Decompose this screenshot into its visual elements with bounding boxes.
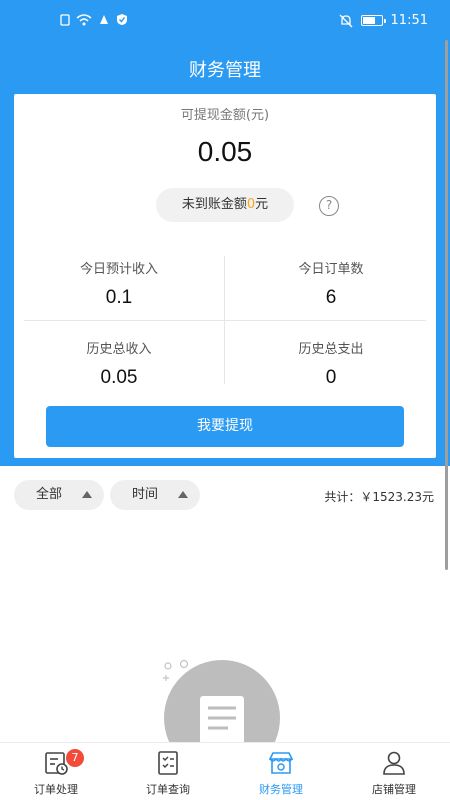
help-icon[interactable]: ?	[319, 196, 339, 216]
filter-time-label: 时间	[132, 487, 159, 502]
filter-time-dropdown[interactable]: 时间	[110, 480, 200, 510]
stat-total-expense: 历史总支出 0	[226, 338, 436, 389]
status-time: 11:51	[390, 13, 428, 28]
battery-icon	[360, 15, 386, 26]
withdrawable-amount: 0.05	[197, 136, 253, 167]
pending-unit: 元	[255, 197, 269, 212]
order-process-icon	[45, 752, 68, 775]
empty-state-illustration	[163, 659, 280, 756]
stat-value: 6	[325, 287, 337, 308]
scrollbar[interactable]	[445, 40, 448, 570]
caret-up-icon	[178, 491, 188, 498]
user-icon	[383, 751, 405, 775]
shield-icon	[117, 14, 127, 25]
tab-label: 财务管理	[259, 783, 303, 796]
bottom-tab-bar: 7 订单处理 订单查询 财务管理 店铺管理	[0, 742, 450, 800]
tab-label: 店铺管理	[372, 783, 416, 796]
caret-up-icon	[82, 491, 92, 498]
tab-label: 订单处理	[34, 783, 78, 796]
stat-label: 历史总收入	[86, 342, 152, 357]
page-title: 财务管理	[189, 60, 261, 81]
stat-today-orders: 今日订单数 6	[226, 258, 436, 309]
filter-all-dropdown[interactable]: 全部	[14, 480, 104, 510]
filter-all-label: 全部	[36, 487, 63, 502]
tab-label: 订单查询	[146, 783, 190, 796]
tab-order-query[interactable]: 订单查询	[112, 743, 224, 800]
stat-value: 0.1	[105, 287, 133, 308]
status-left-icons	[60, 13, 128, 26]
stat-label: 今日预计收入	[79, 262, 158, 277]
wifi-icon	[76, 13, 92, 25]
finance-icon	[268, 752, 294, 774]
order-count-badge: 7	[66, 749, 84, 767]
withdraw-button[interactable]: 我要提现	[46, 406, 404, 447]
pending-value: 0	[246, 197, 256, 212]
pending-amount-pill: 未到账金额0元	[156, 188, 294, 222]
total-amount: 共计：￥1523.23元	[324, 490, 434, 504]
stat-total-income: 历史总收入 0.05	[14, 338, 224, 389]
stat-label: 今日订单数	[298, 262, 364, 277]
stat-value: 0.05	[100, 367, 138, 388]
stat-value: 0	[325, 367, 337, 388]
pending-label: 未到账金额	[181, 197, 247, 212]
withdrawable-label: 可提现金额(元)	[180, 108, 270, 123]
balance-card: 可提现金额(元) 0.05 未到账金额0元 ? 今日预计收入 0.1 今日订单数…	[14, 94, 436, 458]
tab-order-process[interactable]: 7 订单处理	[0, 743, 112, 800]
tab-shop[interactable]: 店铺管理	[338, 743, 450, 800]
filter-bar: 全部 时间 共计：￥1523.23元	[0, 466, 450, 526]
stat-today-income: 今日预计收入 0.1	[14, 258, 224, 309]
status-bar: 11:51	[0, 0, 450, 44]
status-right-icons: 11:51	[339, 13, 428, 28]
stats-divider-horizontal	[24, 320, 426, 321]
notification-icon	[100, 14, 108, 24]
mute-icon	[339, 14, 352, 27]
tab-finance[interactable]: 财务管理	[225, 743, 337, 800]
sim-icon	[60, 13, 70, 26]
order-query-icon	[158, 751, 178, 775]
stat-label: 历史总支出	[298, 342, 364, 357]
